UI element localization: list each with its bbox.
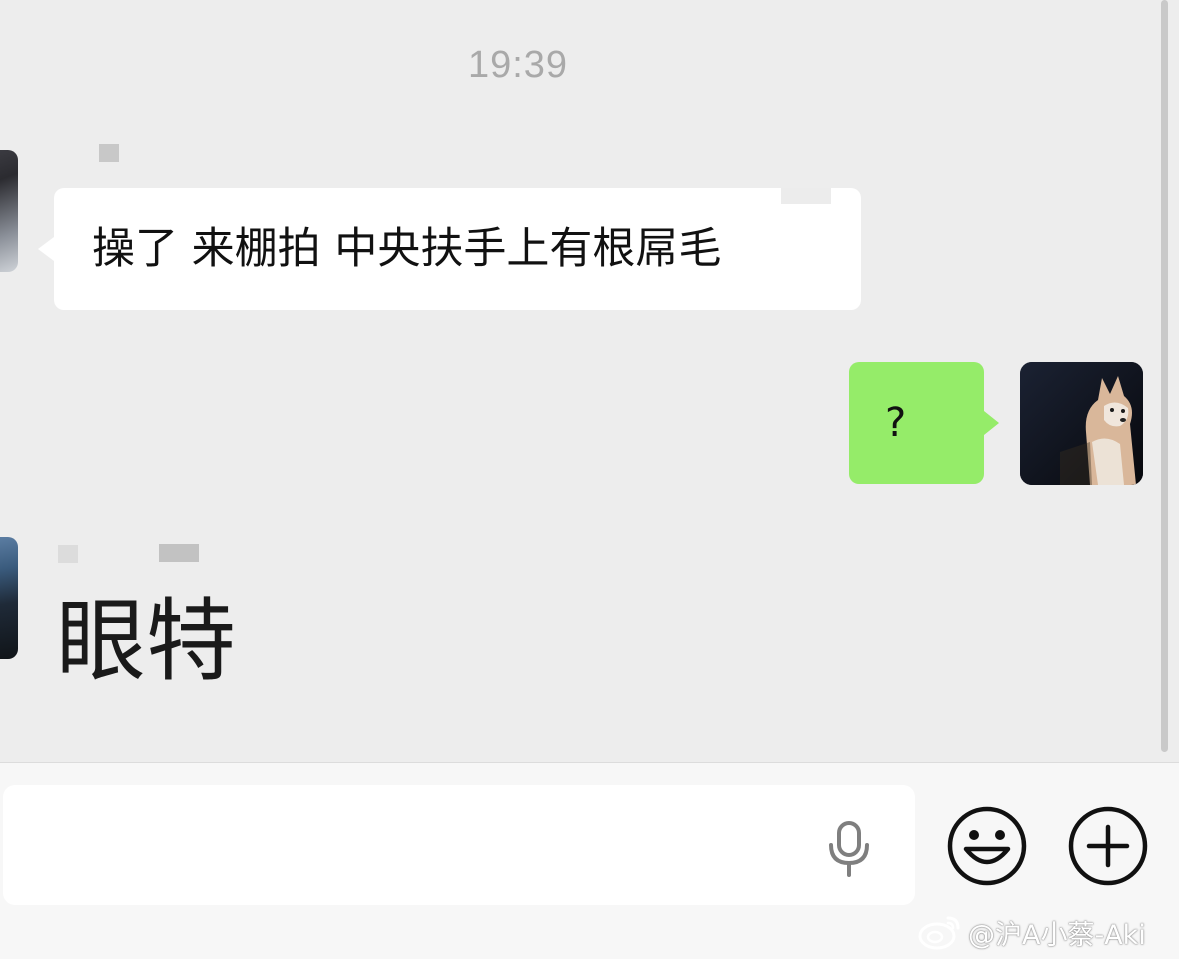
plus-circle-icon[interactable] bbox=[1067, 805, 1149, 887]
large-text-message[interactable]: 眼特 bbox=[56, 592, 236, 692]
message-text: 操了 来棚拍 中央扶手上有根屌毛 bbox=[92, 224, 722, 274]
outgoing-message-bubble[interactable]: ? bbox=[849, 362, 999, 484]
chat-screen: 19:39 操了 来棚拍 中央扶手上有根屌毛 ? 眼特 @沪A小蔡-Aki bbox=[0, 0, 1179, 959]
dog-avatar-image bbox=[1020, 362, 1143, 485]
sender-avatar[interactable] bbox=[0, 537, 18, 659]
smiley-icon[interactable] bbox=[946, 805, 1028, 887]
sender-name-redacted bbox=[58, 545, 78, 563]
message-timestamp: 19:39 bbox=[467, 44, 569, 86]
sender-avatar[interactable] bbox=[0, 150, 18, 272]
my-avatar[interactable] bbox=[1020, 362, 1143, 485]
redaction-patch bbox=[781, 188, 831, 204]
message-text: ? bbox=[885, 400, 907, 446]
microphone-icon[interactable] bbox=[826, 821, 872, 877]
message-input[interactable] bbox=[3, 785, 915, 905]
watermark: @沪A小蔡-Aki bbox=[918, 912, 1146, 952]
sender-name-redacted bbox=[159, 544, 199, 562]
sender-name-redacted bbox=[99, 144, 119, 162]
weibo-logo bbox=[918, 916, 960, 950]
watermark-text: @沪A小蔡-Aki bbox=[968, 919, 1146, 951]
scrollbar[interactable] bbox=[1161, 0, 1168, 752]
incoming-message-bubble[interactable]: 操了 来棚拍 中央扶手上有根屌毛 bbox=[38, 188, 861, 310]
